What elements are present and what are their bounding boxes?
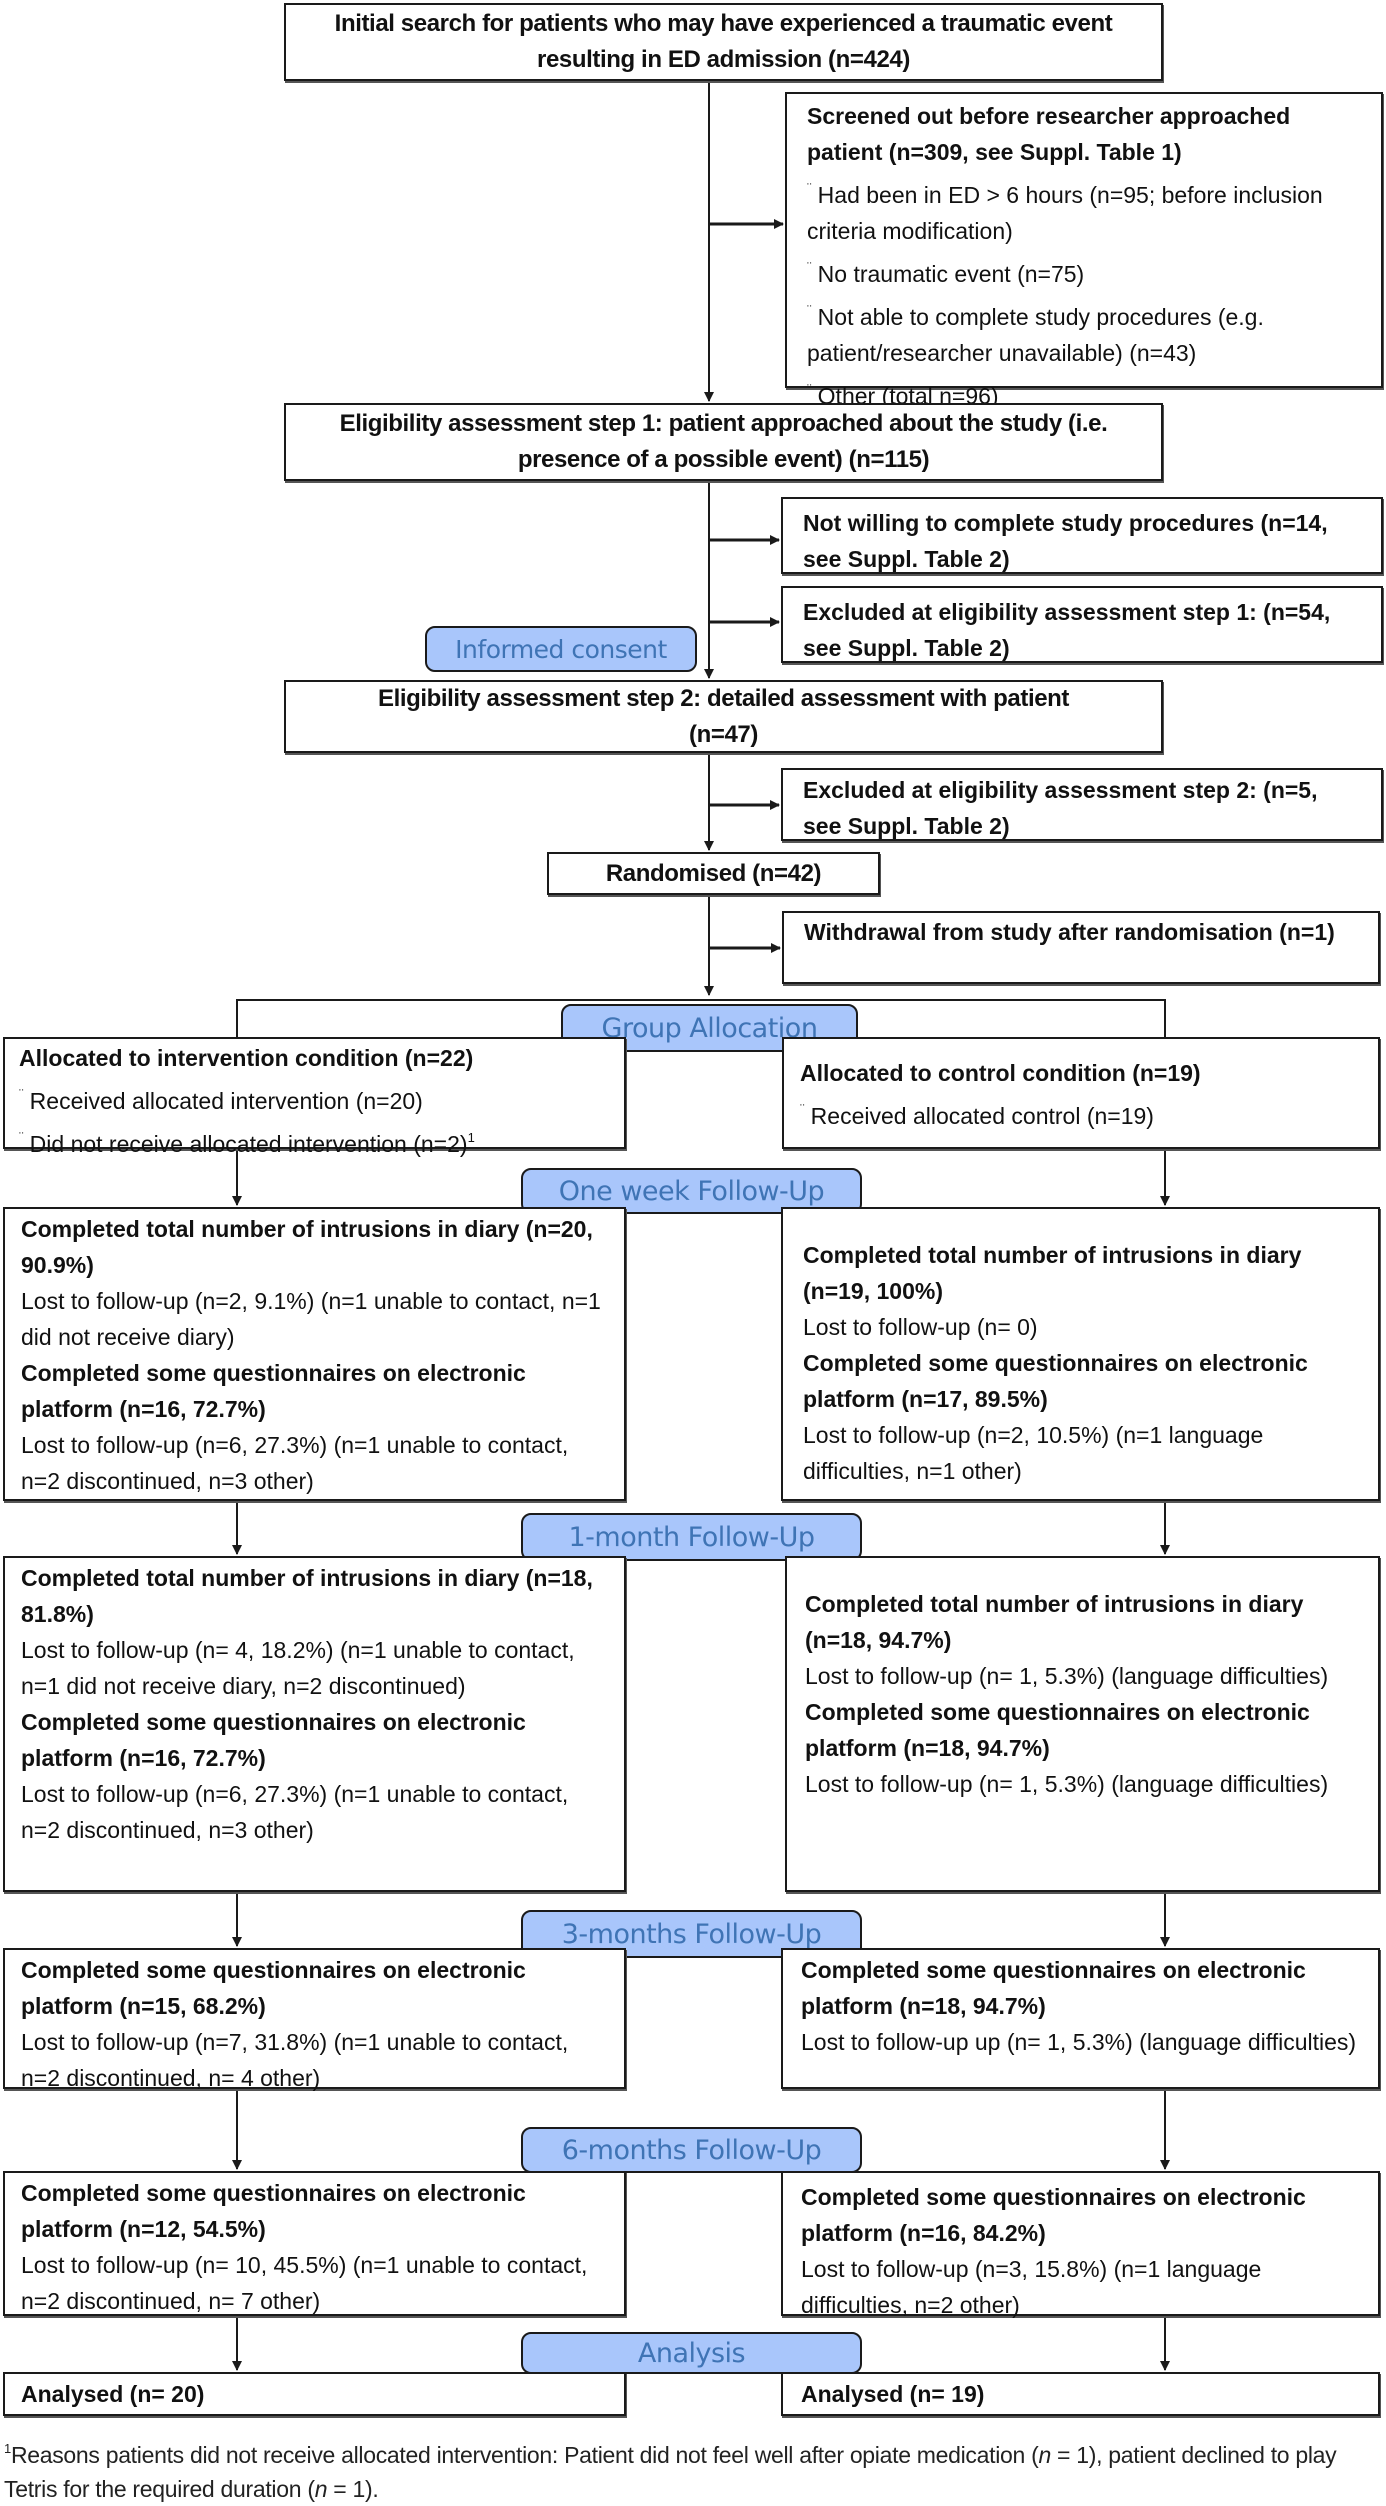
intervention-allocation-box: Allocated to intervention condition (n=2… [3,1037,626,1157]
completed-diary: Completed total number of intrusions in … [21,1565,593,1627]
excluded-step2-box: Excluded at eligibility assessment step … [781,768,1383,841]
analysed-intervention: Analysed (n= 20) [21,2381,205,2407]
six-months-intervention-box: Completed some questionnaires on electro… [3,2171,626,2316]
completed-diary: Completed total number of intrusions in … [805,1591,1304,1653]
bullet-icon: ¨ [807,302,812,318]
allocation-item: ¨ Received allocated intervention (n=20) [19,1086,423,1114]
excluded-step1-text: Excluded at eligibility assessment step … [803,599,1331,661]
completed-questionnaires: Completed some questionnaires on electro… [805,1699,1310,1761]
eligibility-step2-text: Eligibility assessment step 2: detailed … [377,684,1070,748]
lost-to-follow-up: Lost to follow-up (n=2, 9.1%) (n=1 unabl… [21,1288,601,1350]
randomised-text: Randomised (n=42) [605,859,822,887]
one-month-control-box: Completed total number of intrusions in … [785,1556,1380,1892]
analysed-control: Analysed (n= 19) [801,2381,985,2407]
initial-search-text: Initial search for patients who may have… [334,10,1113,73]
lost-to-follow-up: Lost to follow-up (n= 1, 5.3%) (language… [805,1771,1329,1797]
completed-questionnaires: Completed some questionnaires on electro… [21,1709,526,1771]
one-month-label: 1-month Follow-Up [521,1513,862,1561]
one-month-intervention-box: Completed total number of intrusions in … [3,1556,626,1892]
screened-out-title: Screened out before researcher approache… [807,103,1291,165]
six-months-control-box: Completed some questionnaires on electro… [781,2171,1380,2318]
one-week-control-box: Completed total number of intrusions in … [781,1207,1380,1501]
bullet-icon: ¨ [807,180,812,196]
bullet-icon: ¨ [807,381,812,397]
screened-out-box: Screened out before researcher approache… [785,92,1383,409]
completed-questionnaires: Completed some questionnaires on electro… [801,1957,1306,2019]
one-week-intervention-box: Completed total number of intrusions in … [3,1207,626,1501]
allocation-item: ¨ Received allocated control (n=19) [800,1101,1154,1129]
lost-to-follow-up: Lost to follow-up (n= 4, 18.2%) (n=1 una… [21,1637,575,1699]
intervention-allocation-title: Allocated to intervention condition (n=2… [19,1045,474,1071]
lost-to-follow-up: Lost to follow-up (n= 0) [803,1314,1038,1340]
three-months-control-box: Completed some questionnaires on electro… [781,1948,1380,2089]
completed-questionnaires: Completed some questionnaires on electro… [21,1957,526,2019]
screened-out-item: ¨ No traumatic event (n=75) [807,259,1085,287]
lost-to-follow-up: Lost to follow-up (n=2, 10.5%) (n=1 lang… [803,1422,1264,1484]
allocation-item: ¨ Did not receive allocated intervention … [19,1129,475,1157]
excluded-step2-text: Excluded at eligibility assessment step … [803,777,1318,839]
three-months-intervention-box: Completed some questionnaires on electro… [3,1948,626,2091]
lost-to-follow-up: Lost to follow-up (n= 10, 45.5%) (n=1 un… [21,2252,588,2314]
six-months-label: 6-months Follow-Up [521,2127,862,2173]
not-willing-box: Not willing to complete study procedures… [781,497,1383,574]
bullet-icon: ¨ [19,1086,24,1102]
excluded-step1-box: Excluded at eligibility assessment step … [781,586,1383,663]
screened-out-item: ¨ Had been in ED > 6 hours (n=95; before … [807,180,1323,244]
lost-to-follow-up: Lost to follow-up (n=6, 27.3%) (n=1 unab… [21,1432,569,1494]
bullet-icon: ¨ [19,1129,24,1145]
completed-questionnaires: Completed some questionnaires on electro… [801,2184,1306,2246]
completed-questionnaires: Completed some questionnaires on electro… [21,2180,526,2242]
withdrawal-box: Withdrawal from study after randomisatio… [782,911,1380,984]
eligibility-step1-box: Eligibility assessment step 1: patient a… [284,403,1163,481]
screened-out-item: ¨ Not able to complete study procedures (… [807,302,1264,366]
bullet-icon: ¨ [800,1101,805,1117]
bullet-icon: ¨ [807,259,812,275]
footnote-mark: 1 [467,1130,475,1145]
completed-diary: Completed total number of intrusions in … [21,1216,593,1278]
completed-questionnaires: Completed some questionnaires on electro… [21,1360,526,1422]
completed-questionnaires: Completed some questionnaires on electro… [803,1350,1308,1412]
analysis-control-box: Analysed (n= 19) [781,2372,1380,2416]
informed-consent-label: Informed consent [425,626,697,672]
control-allocation-title: Allocated to control condition (n=19) [800,1060,1201,1086]
lost-to-follow-up: Lost to follow-up (n= 1, 5.3%) (language… [805,1663,1329,1689]
lost-to-follow-up: Lost to follow-up (n=6, 27.3%) (n=1 unab… [21,1781,569,1843]
lost-to-follow-up: Lost to follow-up up (n= 1, 5.3%) (langu… [801,2029,1357,2055]
analysis-intervention-box: Analysed (n= 20) [3,2372,626,2416]
eligibility-step1-text: Eligibility assessment step 1: patient a… [339,410,1108,473]
withdrawal-text: Withdrawal from study after randomisatio… [804,919,1335,945]
lost-to-follow-up: Lost to follow-up (n=3, 15.8%) (n=1 lang… [801,2256,1262,2318]
completed-diary: Completed total number of intrusions in … [803,1242,1302,1304]
eligibility-step2-box: Eligibility assessment step 2: detailed … [284,680,1163,753]
lost-to-follow-up: Lost to follow-up (n=7, 31.8%) (n=1 unab… [21,2029,569,2091]
initial-search-box: Initial search for patients who may have… [284,3,1163,81]
randomised-box: Randomised (n=42) [547,852,880,895]
not-willing-text: Not willing to complete study procedures… [803,510,1328,572]
control-allocation-box: Allocated to control condition (n=19) ¨ R… [782,1037,1380,1149]
analysis-label: Analysis [521,2332,862,2374]
